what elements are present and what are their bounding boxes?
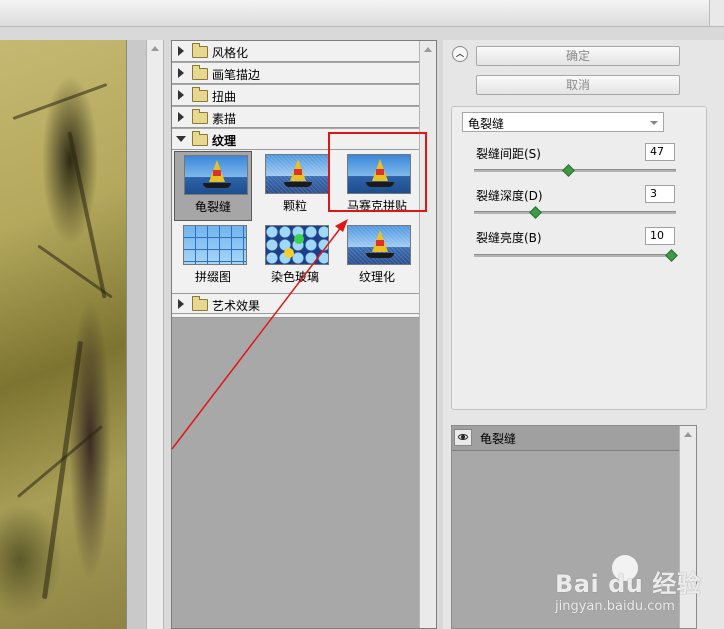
folder-icon: [192, 65, 208, 80]
crack-spacing-input[interactable]: 47: [645, 143, 675, 161]
category-label: 画笔描边: [212, 68, 261, 82]
expand-triangle-icon[interactable]: [178, 299, 184, 309]
folder-icon: [192, 109, 208, 124]
preview-texture: [67, 131, 107, 299]
expand-triangle-icon[interactable]: [178, 46, 184, 56]
filter-thumb-label: 龟裂缝: [194, 200, 231, 214]
collapse-triangle-icon[interactable]: [176, 136, 186, 142]
crack-depth-slider[interactable]: [474, 211, 676, 214]
crack-spacing-slider[interactable]: [474, 169, 676, 172]
expand-triangle-icon[interactable]: [178, 68, 184, 78]
expand-triangle-icon[interactable]: [178, 112, 184, 122]
filter-gallery: 风格化 画笔描边 扭曲 素描 纹理 龟裂缝 颗粒 马赛克拼贴 拼缀图 染色玻璃 …: [171, 40, 437, 629]
folder-icon: [192, 296, 208, 311]
filter-thumb-label: 纹理化: [358, 270, 395, 284]
window-corner: [709, 0, 724, 26]
category-label: 艺术效果: [212, 299, 261, 313]
crack-depth-label: 裂缝深度(D): [476, 189, 543, 203]
category-distort[interactable]: 扭曲: [172, 85, 420, 106]
filter-thumb-stained-glass[interactable]: 染色玻璃: [256, 222, 334, 292]
preview-scrollbar[interactable]: [146, 40, 164, 629]
crack-spacing-label: 裂缝间距(S): [476, 147, 541, 161]
category-stylize[interactable]: 风格化: [172, 41, 420, 62]
ok-button[interactable]: 确定: [476, 46, 680, 66]
effect-layer-row[interactable]: 龟裂缝: [452, 426, 681, 451]
crack-brightness-label: 裂缝亮度(B): [476, 231, 542, 245]
category-brush-strokes[interactable]: 画笔描边: [172, 63, 420, 84]
filter-select-value: 龟裂缝: [468, 117, 505, 131]
category-label: 纹理: [212, 134, 237, 148]
category-label: 扭曲: [212, 90, 237, 104]
thumbnail-image: [347, 225, 411, 265]
filter-thumb-grain[interactable]: 颗粒: [256, 151, 334, 221]
thumbnail-image: [265, 154, 329, 194]
filter-select[interactable]: 龟裂缝: [462, 112, 664, 132]
preview-border: [126, 40, 147, 629]
thumbnail-image: [184, 155, 248, 195]
cancel-button[interactable]: 取消: [476, 75, 680, 95]
watermark: Bai du 经验 jingyan.baidu.com: [555, 564, 701, 614]
crack-brightness-input[interactable]: 10: [645, 227, 675, 245]
title-bar: [0, 0, 724, 27]
filter-thumb-texturizer[interactable]: 纹理化: [338, 222, 416, 292]
scroll-up-icon[interactable]: [424, 47, 432, 52]
filter-thumb-label: 颗粒: [282, 199, 307, 213]
filter-thumb-label: 染色玻璃: [270, 270, 319, 284]
category-artistic[interactable]: 艺术效果: [172, 293, 420, 314]
expand-triangle-icon[interactable]: [178, 90, 184, 100]
category-label: 风格化: [212, 46, 249, 60]
filter-list-scrollbar[interactable]: [419, 41, 436, 628]
watermark-brand: Bai du 经验: [555, 570, 702, 598]
scroll-up-icon[interactable]: [151, 46, 159, 51]
collapse-chevron-icon[interactable]: ︿: [452, 46, 468, 62]
highlight-box: [328, 132, 427, 212]
thumbnail-image: [183, 225, 247, 265]
effect-layer-name: 龟裂缝: [480, 432, 517, 446]
image-preview[interactable]: [0, 40, 126, 629]
watermark-url: jingyan.baidu.com: [555, 599, 675, 614]
filter-thumb-craquelure[interactable]: 龟裂缝: [174, 151, 252, 221]
crack-depth-input[interactable]: 3: [645, 185, 675, 203]
category-sketch[interactable]: 素描: [172, 107, 420, 128]
crack-brightness-slider[interactable]: [474, 254, 676, 257]
folder-icon: [192, 43, 208, 58]
filter-thumb-patchwork[interactable]: 拼缀图: [174, 222, 252, 292]
scroll-up-icon[interactable]: [684, 432, 692, 437]
preview-texture: [12, 82, 108, 121]
eye-icon[interactable]: [454, 429, 472, 446]
thumbnail-image: [265, 225, 329, 265]
folder-icon: [192, 87, 208, 102]
filter-thumb-label: 拼缀图: [194, 270, 231, 284]
folder-open-icon: [192, 131, 208, 146]
category-label: 素描: [212, 112, 237, 126]
chevron-down-icon: [650, 121, 658, 125]
